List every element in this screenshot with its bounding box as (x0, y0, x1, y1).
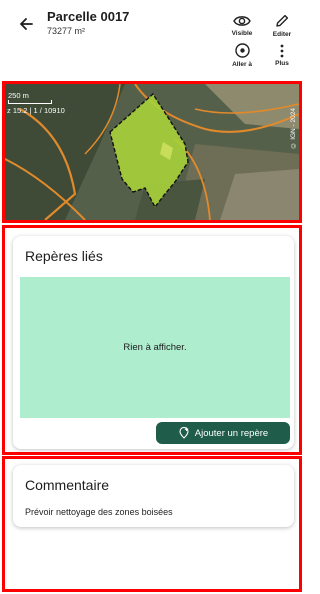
zoom-readout: z 15.2 | 1 / 10910 (7, 106, 65, 115)
target-icon (234, 43, 250, 58)
more-vertical-icon (280, 44, 284, 58)
more-button[interactable]: Plus (265, 44, 299, 67)
edit-label: Editer (272, 31, 292, 38)
visible-label: Visible (231, 30, 253, 37)
map-view[interactable]: 250 m z 15.2 | 1 / 10910 © IGN - 2024 (5, 84, 299, 220)
add-marker-icon (179, 427, 189, 439)
goto-button[interactable]: Aller à (225, 42, 259, 68)
comment-card[interactable]: Commentaire Prévoir nettoyage des zones … (13, 465, 294, 527)
comment-text: Prévoir nettoyage des zones boisées (25, 507, 173, 517)
arrow-left-icon (20, 18, 33, 30)
add-marker-label: Ajouter un repère (194, 427, 269, 439)
back-button[interactable] (14, 12, 38, 36)
edit-button[interactable]: Editer (265, 13, 299, 38)
goto-label: Aller à (232, 61, 252, 68)
page-title: Parcelle 0017 (47, 9, 130, 24)
comment-title: Commentaire (25, 477, 110, 493)
satellite-map (5, 84, 299, 220)
pencil-icon (276, 14, 289, 27)
area-subtitle: 73277 m² (47, 26, 86, 36)
map-copyright: © IGN - 2024 (290, 108, 297, 149)
linked-markers-title: Repères liés (25, 248, 103, 264)
eye-icon (233, 16, 251, 26)
map-section: 250 m z 15.2 | 1 / 10910 © IGN - 2024 (2, 81, 302, 223)
linked-markers-card: Repères liés Rien à afficher. Ajouter un… (13, 236, 294, 449)
linked-markers-section: Repères liés Rien à afficher. Ajouter un… (2, 225, 302, 455)
more-label: Plus (275, 60, 289, 67)
add-marker-button[interactable]: Ajouter un repère (156, 422, 290, 444)
scale-bar (8, 100, 52, 104)
app-header: Parcelle 0017 73277 m² Visible Editer Al… (0, 0, 304, 80)
visible-button[interactable]: Visible (225, 14, 259, 37)
scale-label: 250 m (8, 91, 29, 100)
comment-section: Commentaire Prévoir nettoyage des zones … (2, 456, 302, 592)
empty-state-text: Rien à afficher. (123, 342, 187, 353)
empty-state: Rien à afficher. (20, 277, 290, 418)
